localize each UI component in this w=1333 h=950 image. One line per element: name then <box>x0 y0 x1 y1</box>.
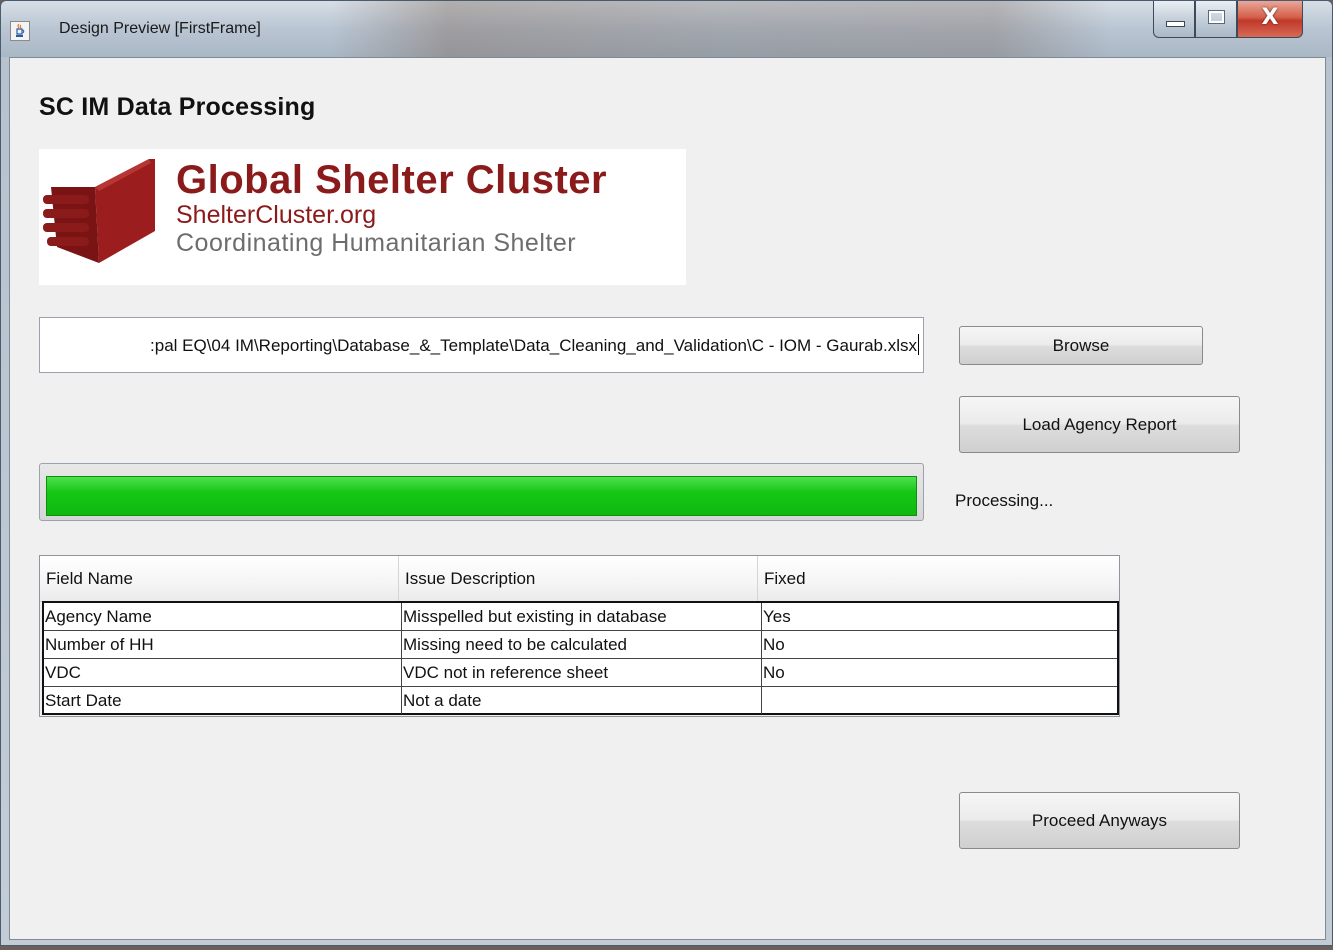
window-title: Design Preview [FirstFrame] <box>59 20 261 37</box>
table-row[interactable]: Agency Name Misspelled but existing in d… <box>44 603 1117 631</box>
proceed-anyways-button[interactable]: Proceed Anyways <box>959 792 1240 849</box>
page-title: SC IM Data Processing <box>39 93 316 121</box>
cell-issue-description[interactable]: Not a date <box>402 687 762 714</box>
cell-field-name[interactable]: VDC <box>44 659 402 686</box>
browse-button-label: Browse <box>1052 336 1110 355</box>
column-header-fixed[interactable]: Fixed <box>758 556 1119 601</box>
table-row[interactable]: VDC VDC not in reference sheet No <box>44 659 1117 687</box>
table-row[interactable]: Number of HH Missing need to be calculat… <box>44 631 1117 659</box>
logo-title: Global Shelter Cluster <box>176 158 608 202</box>
cell-issue-description[interactable]: Missing need to be calculated <box>402 631 762 658</box>
global-shelter-cluster-logo: Global Shelter Cluster ShelterCluster.or… <box>39 149 686 285</box>
column-header-field-name[interactable]: Field Name <box>40 556 399 601</box>
browse-button[interactable]: Browse <box>959 326 1203 365</box>
logo-url: ShelterCluster.org <box>176 201 377 229</box>
cell-fixed[interactable] <box>762 687 1117 714</box>
table-row[interactable]: Start Date Not a date <box>44 687 1117 715</box>
maximize-button[interactable] <box>1195 1 1237 38</box>
java-cup-icon <box>10 21 30 41</box>
file-path-value: :pal EQ\04 IM\Reporting\Database_&_Templ… <box>150 336 917 355</box>
table-header: Field Name Issue Description Fixed <box>40 556 1119 602</box>
cell-field-name[interactable]: Start Date <box>44 687 402 714</box>
cell-fixed[interactable]: No <box>762 659 1117 686</box>
logo-tagline: Coordinating Humanitarian Shelter <box>176 229 577 257</box>
close-icon: X <box>1261 5 1279 30</box>
close-button[interactable]: X <box>1237 1 1303 38</box>
issues-table: Field Name Issue Description Fixed Agenc… <box>39 555 1120 717</box>
file-path-input[interactable]: :pal EQ\04 IM\Reporting\Database_&_Templ… <box>39 317 924 373</box>
caption-buttons: X <box>1133 1 1322 40</box>
table-body: Agency Name Misspelled but existing in d… <box>42 601 1119 715</box>
status-text: Processing... <box>955 491 1054 510</box>
cell-issue-description[interactable]: VDC not in reference sheet <box>402 659 762 686</box>
column-header-issue-description[interactable]: Issue Description <box>399 556 758 601</box>
house-hand-icon <box>43 159 155 263</box>
minimize-icon <box>1166 21 1185 27</box>
cell-issue-description[interactable]: Misspelled but existing in database <box>402 603 762 630</box>
cell-fixed[interactable]: Yes <box>762 603 1117 630</box>
cell-field-name[interactable]: Agency Name <box>44 603 402 630</box>
cell-field-name[interactable]: Number of HH <box>44 631 402 658</box>
text-caret <box>918 334 919 355</box>
minimize-button[interactable] <box>1153 1 1195 38</box>
load-agency-report-button[interactable]: Load Agency Report <box>959 396 1240 453</box>
progress-bar <box>39 463 924 521</box>
load-agency-report-label: Load Agency Report <box>1022 415 1177 434</box>
content-panel: SC IM Data Processing Global Shelter Clu… <box>9 57 1326 940</box>
title-bar[interactable]: Design Preview [FirstFrame] X <box>1 1 1332 57</box>
maximize-icon <box>1209 11 1224 23</box>
application-window: Design Preview [FirstFrame] X SC IM Data… <box>0 0 1333 946</box>
progress-fill <box>46 476 917 516</box>
proceed-anyways-label: Proceed Anyways <box>1031 811 1168 830</box>
cell-fixed[interactable]: No <box>762 631 1117 658</box>
